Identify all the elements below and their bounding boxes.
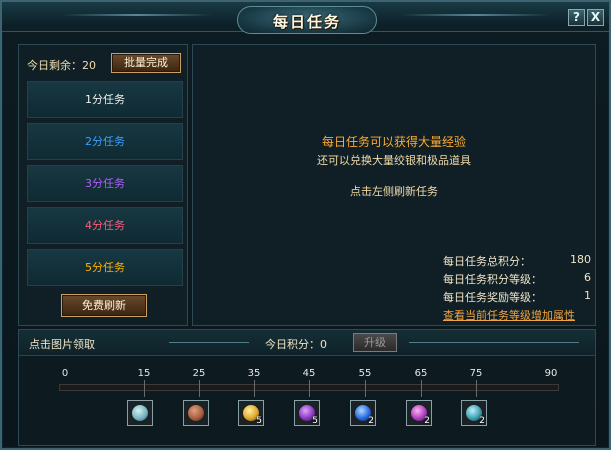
reward-count: 5: [312, 416, 318, 426]
title-ornament-left: [62, 14, 212, 16]
task-4-button[interactable]: 4分任务: [27, 207, 183, 244]
remaining-count: 今日剩余：20: [27, 59, 96, 72]
task-list-panel: 今日剩余：20 批量完成 1分任务 2分任务 3分任务 4分任务 5分任务 免费…: [18, 44, 188, 326]
reward-item-45[interactable]: 5: [294, 400, 320, 426]
reward-count: 5: [256, 416, 262, 426]
stat-value: 6: [584, 271, 591, 284]
milestone-tick: [254, 380, 255, 397]
header-divider-left: [169, 342, 249, 343]
intro-subline: 还可以兑换大量绞银和极品道具: [317, 154, 471, 167]
reward-count: 2: [424, 416, 430, 426]
milestone-tick: [476, 380, 477, 397]
milestone-label: 25: [192, 368, 206, 379]
reward-item-15[interactable]: [127, 400, 153, 426]
header-divider-right: [409, 342, 579, 343]
reward-item-65[interactable]: 2: [406, 400, 432, 426]
milestone-label: 75: [469, 368, 483, 379]
stat-label: 每日任务奖励等级：: [443, 291, 542, 304]
reward-item-55[interactable]: 2: [350, 400, 376, 426]
stat-label: 每日任务总积分：: [443, 255, 531, 268]
reward-item-75[interactable]: 2: [461, 400, 487, 426]
task-1-label: 1分任务: [85, 93, 125, 106]
stat-value: 1: [584, 289, 591, 302]
click-to-claim-hint: 点击图片领取: [29, 338, 95, 351]
task-info-panel: 每日任务可以获得大量经验 还可以兑换大量绞银和极品道具 点击左侧刷新任务 每日任…: [192, 44, 596, 326]
intro-headline: 每日任务可以获得大量经验: [321, 135, 466, 149]
milestone-tick: [309, 380, 310, 397]
reward-item-35[interactable]: 5: [238, 400, 264, 426]
ore-pile-icon: [188, 405, 204, 421]
view-attributes-link[interactable]: 查看当前任务等级增加属性: [443, 307, 575, 323]
potion-bottle-icon: [132, 405, 148, 421]
stat-value: 180: [570, 253, 591, 266]
title-ornament-right: [400, 14, 550, 16]
milestone-label: 55: [358, 368, 372, 379]
milestone-label: 90: [544, 368, 558, 379]
stat-total-score: 每日任务总积分： 180: [443, 253, 591, 269]
close-button[interactable]: X: [587, 9, 604, 26]
reward-header: 点击图片领取 今日积分：0 升级: [19, 330, 595, 356]
milestone-label: 65: [414, 368, 428, 379]
milestone-label: 15: [137, 368, 151, 379]
batch-complete-button[interactable]: 批量完成: [111, 53, 181, 73]
refresh-hint: 点击左侧刷新任务: [350, 185, 438, 198]
milestone-label: 45: [302, 368, 316, 379]
task-3-label: 3分任务: [85, 177, 125, 190]
task-2-label: 2分任务: [85, 135, 125, 148]
milestone-label: 0: [61, 368, 69, 379]
task-2-button[interactable]: 2分任务: [27, 123, 183, 160]
task-3-button[interactable]: 3分任务: [27, 165, 183, 202]
task-4-label: 4分任务: [85, 219, 125, 232]
task-1-button[interactable]: 1分任务: [27, 81, 183, 118]
reward-item-25[interactable]: [183, 400, 209, 426]
milestone-tick: [199, 380, 200, 397]
window-title: 每日任务: [272, 13, 341, 31]
reward-count: 2: [368, 416, 374, 426]
reward-progress-panel: 点击图片领取 今日积分：0 升级 0 15 25 35 45 55 65 75 …: [18, 329, 596, 446]
milestone-tick: [365, 380, 366, 397]
stat-label: 每日任务积分等级：: [443, 273, 542, 286]
free-refresh-button[interactable]: 免费刷新: [61, 294, 147, 317]
today-score: 今日积分：0: [265, 338, 327, 351]
help-button[interactable]: ?: [568, 9, 585, 26]
milestone-label: 35: [247, 368, 261, 379]
title-plate: 每日任务: [237, 6, 377, 34]
milestone-tick: [144, 380, 145, 397]
task-5-button[interactable]: 5分任务: [27, 249, 183, 286]
stat-reward-level: 每日任务奖励等级： 1: [443, 289, 591, 305]
upgrade-button[interactable]: 升级: [353, 333, 397, 352]
title-bar[interactable]: 每日任务 ? X: [2, 2, 609, 34]
daily-task-window: 每日任务 ? X 今日剩余：20 批量完成 1分任务 2分任务 3分任务 4分任…: [0, 0, 611, 450]
task-5-label: 5分任务: [85, 261, 125, 274]
reward-count: 2: [479, 416, 485, 426]
stat-score-level: 每日任务积分等级： 6: [443, 271, 591, 287]
milestone-tick: [421, 380, 422, 397]
